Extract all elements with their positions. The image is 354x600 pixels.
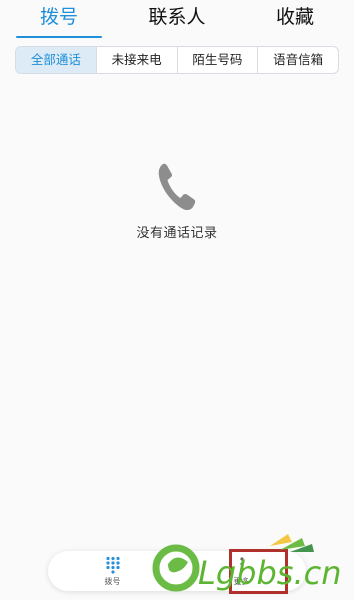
dialpad-button[interactable]: 拨号 (48, 551, 177, 591)
phone-icon (158, 163, 196, 211)
dialpad-label: 拨号 (104, 576, 121, 586)
empty-state-text: 没有通话记录 (136, 226, 218, 241)
dialpad-icon (105, 556, 120, 574)
more-label: 更多 (233, 576, 250, 586)
filter-voicemail[interactable]: 语音信箱 (258, 47, 338, 73)
top-tab-bar: 拨号 联系人 收藏 (0, 0, 354, 40)
more-icon (239, 556, 244, 571)
more-button[interactable]: 更多 (177, 551, 306, 591)
empty-state: 没有通话记录 (0, 160, 354, 241)
bottom-bar: 拨号 更多 (48, 551, 306, 591)
tab-dial[interactable]: 拨号 (0, 0, 118, 40)
call-filter-bar: 全部通话 未接来电 陌生号码 语音信箱 (15, 46, 339, 74)
filter-unknown-numbers[interactable]: 陌生号码 (178, 47, 259, 73)
filter-missed-calls[interactable]: 未接来电 (97, 47, 178, 73)
filter-all-calls[interactable]: 全部通话 (16, 47, 97, 73)
tab-contacts[interactable]: 联系人 (118, 0, 236, 40)
tab-favorites[interactable]: 收藏 (236, 0, 354, 40)
